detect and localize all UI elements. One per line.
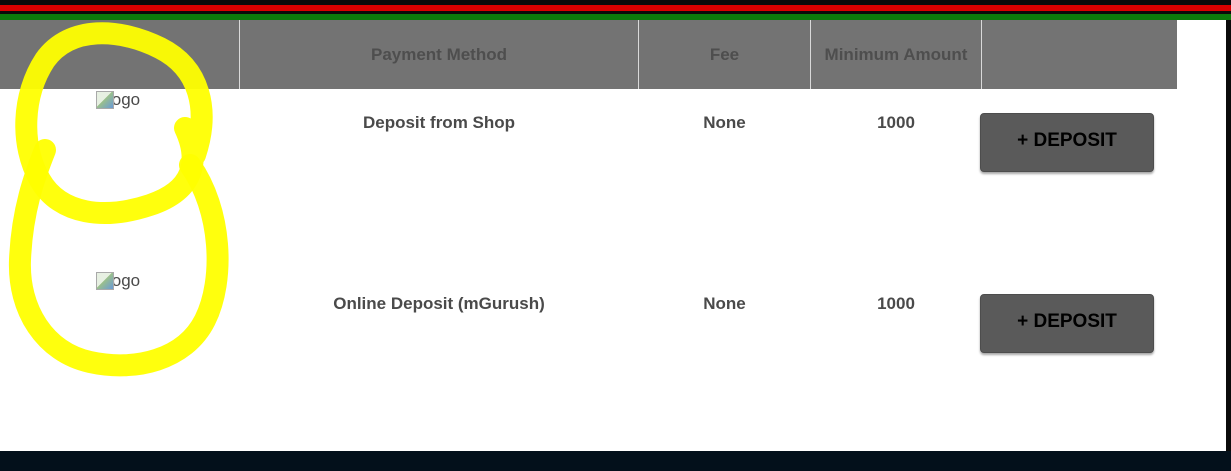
deposit-button[interactable]: + DEPOSIT <box>980 113 1154 172</box>
flag-stripe-bar <box>0 0 1231 20</box>
payment-method-name: Online Deposit (mGurush) <box>333 294 545 313</box>
fee-value: None <box>703 113 746 132</box>
fee-value: None <box>703 294 746 313</box>
minimum-amount-value: 1000 <box>877 113 915 132</box>
page-footer-bar <box>0 451 1231 471</box>
header-payment-method: Payment Method <box>370 44 508 64</box>
header-fee: Fee <box>709 44 740 64</box>
payment-method-name: Deposit from Shop <box>362 113 516 132</box>
header-action <box>982 20 1177 89</box>
deposit-button[interactable]: + DEPOSIT <box>980 294 1154 353</box>
table-header: Payment Method Fee Minimum Amount <box>0 20 1177 89</box>
lower-loop-stroke <box>8 139 229 377</box>
header-logo <box>0 20 239 89</box>
header-minimum-amount: Minimum Amount <box>824 44 968 64</box>
payment-logo-image: logo <box>96 90 140 110</box>
broken-image-icon <box>96 91 114 109</box>
payment-logo-image: logo <box>96 271 140 291</box>
right-edge-border <box>1226 20 1231 451</box>
minimum-amount-value: 1000 <box>877 294 915 313</box>
broken-image-icon <box>96 272 114 290</box>
